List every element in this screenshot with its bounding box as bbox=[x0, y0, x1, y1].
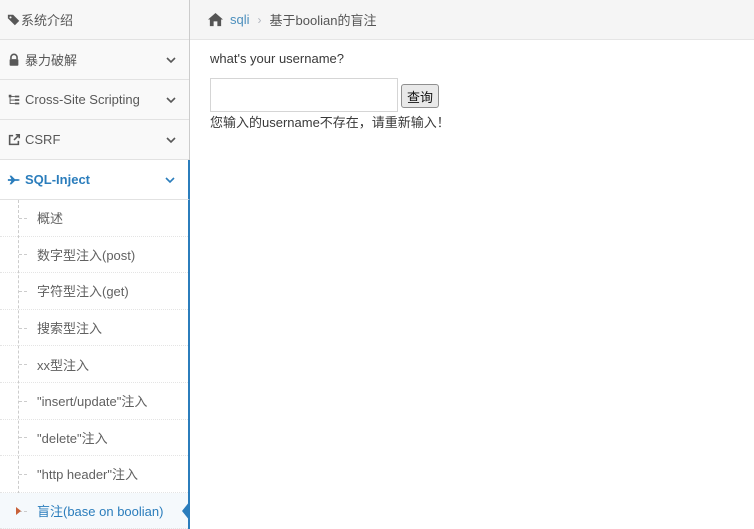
result-message: 您输入的username不存在，请重新输入！ bbox=[210, 115, 450, 130]
submenu-item-string-get[interactable]: 字符型注入(get) bbox=[0, 273, 188, 310]
fighter-jet-icon bbox=[7, 175, 21, 184]
active-pointer-icon bbox=[182, 500, 190, 521]
chevron-down-icon bbox=[166, 136, 176, 143]
main-content: what's your username? 查询 您输入的username不存在… bbox=[210, 50, 450, 132]
submenu-item-label: 搜索型注入 bbox=[37, 321, 103, 337]
breadcrumb-link-sqli[interactable]: sqli bbox=[230, 12, 250, 27]
submenu-item-overview[interactable]: 概述 bbox=[0, 200, 188, 237]
submenu-item-label: "http header"注入 bbox=[37, 467, 139, 483]
submenu-item-label: "insert/update"注入 bbox=[37, 394, 148, 410]
submenu-item-delete[interactable]: "delete"注入 bbox=[0, 420, 188, 457]
sidebar-item-sql-inject[interactable]: SQL-Inject bbox=[0, 160, 190, 200]
home-icon[interactable] bbox=[207, 12, 224, 27]
sidebar-item-csrf[interactable]: CSRF bbox=[0, 120, 189, 160]
username-prompt: what's your username? bbox=[210, 51, 344, 66]
sidebar-item-brute-force[interactable]: 暴力破解 bbox=[0, 40, 189, 80]
caret-right-icon bbox=[16, 506, 21, 515]
submenu-item-label: xx型注入 bbox=[37, 357, 90, 373]
breadcrumb-current: 基于boolian的盲注 bbox=[269, 13, 377, 28]
tags-icon bbox=[7, 14, 20, 25]
sidebar-item-label: CSRF bbox=[25, 132, 61, 147]
sidebar-item-intro[interactable]: 系统介绍 bbox=[0, 0, 189, 40]
external-link-icon bbox=[8, 133, 21, 145]
submenu-item-label: 盲注(base on boolian) bbox=[37, 504, 164, 520]
chevron-down-icon bbox=[165, 176, 175, 183]
sitemap-icon bbox=[8, 94, 20, 104]
sidebar-item-xss[interactable]: Cross-Site Scripting bbox=[0, 80, 189, 120]
username-input[interactable] bbox=[210, 78, 398, 112]
sql-inject-submenu: 概述 数字型注入(post) 字符型注入(get) 搜索型注入 xx型注入 "i… bbox=[0, 200, 190, 529]
submenu-item-search[interactable]: 搜索型注入 bbox=[0, 310, 188, 347]
submenu-item-label: 概述 bbox=[37, 211, 64, 227]
query-form: 查询 bbox=[210, 78, 450, 112]
sidebar-item-label: SQL-Inject bbox=[25, 172, 91, 187]
submenu-item-label: 字符型注入(get) bbox=[37, 284, 129, 300]
submenu-item-label: 数字型注入(post) bbox=[37, 247, 136, 263]
chevron-down-icon bbox=[166, 96, 176, 103]
lock-icon bbox=[9, 53, 19, 66]
submenu-item-xx[interactable]: xx型注入 bbox=[0, 346, 188, 383]
submenu-item-insert-update[interactable]: "insert/update"注入 bbox=[0, 383, 188, 420]
breadcrumb-separator-icon: › bbox=[257, 12, 262, 27]
query-button[interactable]: 查询 bbox=[401, 84, 440, 108]
submenu-item-blind-boolian[interactable]: 盲注(base on boolian) bbox=[0, 492, 190, 529]
sidebar-item-label: Cross-Site Scripting bbox=[25, 92, 140, 107]
sidebar-item-label: 系统介绍 bbox=[21, 13, 74, 28]
submenu-item-http-header[interactable]: "http header"注入 bbox=[0, 456, 188, 493]
submenu-item-numeric-post[interactable]: 数字型注入(post) bbox=[0, 237, 188, 274]
chevron-down-icon bbox=[166, 56, 176, 63]
sidebar: 系统介绍 暴力破解 Cross-Site Scripting CSRF SQL-… bbox=[0, 0, 190, 529]
breadcrumb: sqli › 基于boolian的盲注 bbox=[190, 0, 754, 40]
sidebar-item-label: 暴力破解 bbox=[25, 53, 78, 68]
submenu-item-label: "delete"注入 bbox=[37, 430, 108, 446]
